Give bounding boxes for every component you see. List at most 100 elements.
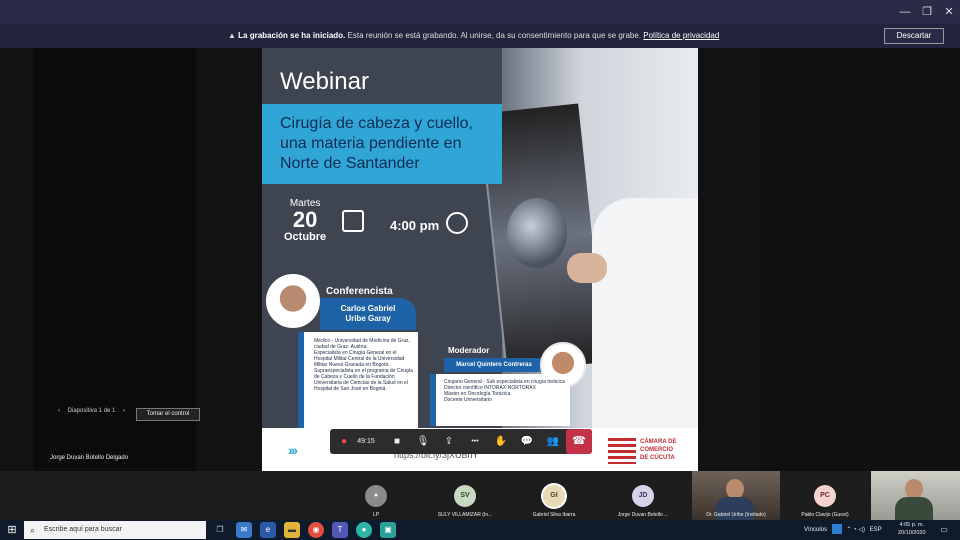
links-toolbar[interactable]: Vínculos xyxy=(804,527,827,533)
person-icon: ● xyxy=(365,485,387,507)
topic-line: Norte de Santander xyxy=(280,155,420,172)
speaker-bio: Médico - Universidad de Medicina de Graz… xyxy=(298,332,418,428)
doctor-hand xyxy=(567,253,607,283)
clock-time: 4:05 p. m. xyxy=(899,522,924,528)
logo-mark-icon xyxy=(608,438,636,464)
moderator-name: Marcel Quintero Contreras xyxy=(444,358,544,372)
camera-icon[interactable]: ■ xyxy=(386,429,408,454)
participant-tile[interactable]: JD Jorge Duvan Botello ... xyxy=(599,471,687,520)
privacy-link[interactable]: Política de privacidad xyxy=(643,31,719,40)
topic-line: una materia pendiente en xyxy=(280,135,462,152)
moderator-heading: Moderador xyxy=(448,346,490,355)
system-tray: Vínculos ⌃ ◔ ◁) ESP xyxy=(804,520,882,540)
participant-name: Gabriel Silva Ibarra xyxy=(532,512,576,518)
recording-message: ▲ La grabación se ha iniciado. Esta reun… xyxy=(228,24,719,48)
participant-avatar: JD xyxy=(632,485,654,507)
bio-item: Especialista en Cirugía General en el Ho… xyxy=(314,350,405,368)
taskbar-clock[interactable]: 4:05 p. m. 20/10/2020 xyxy=(898,521,926,537)
participant-name: LP xyxy=(372,512,380,518)
app-icon[interactable]: ● xyxy=(356,522,372,538)
logo-text: CÁMARA DE COMERCIO DE CÚCUTA xyxy=(640,439,677,461)
speaker-name-line: Uribe Garay xyxy=(345,314,391,323)
taskbar-search-input[interactable]: ⌕ Escribe aquí para buscar xyxy=(24,521,206,539)
arrows-icon: ››› xyxy=(288,442,298,458)
close-icon[interactable]: ✕ xyxy=(939,4,959,20)
webinar-heading: Webinar xyxy=(280,68,369,95)
more-icon[interactable]: ••• xyxy=(464,429,486,454)
bio-item: Médico - Universidad de Medicina de Graz… xyxy=(314,338,410,350)
day: 20 xyxy=(292,207,318,232)
presenter-name: Jorge Duvan Botello Delgado xyxy=(50,455,129,461)
raise-hand-icon[interactable]: ✋ xyxy=(490,429,512,454)
moderator-bio: Cirujano General - Sub especialista en c… xyxy=(430,374,570,426)
participant-avatar: SV xyxy=(454,485,476,507)
title-bar: — ❐ ✕ xyxy=(0,0,960,24)
take-control-button[interactable]: Tomar el control xyxy=(136,408,200,421)
mail-icon[interactable]: ✉ xyxy=(236,522,252,538)
self-video[interactable] xyxy=(871,471,960,520)
chrome-icon[interactable]: ◉ xyxy=(308,522,324,538)
task-view-icon[interactable]: ❒ xyxy=(212,522,228,538)
topic-line: Cirugía de cabeza y cuello, xyxy=(280,115,473,132)
participant-video[interactable]: Dr. Gabriel Uribe (Invitado) xyxy=(692,471,780,520)
restore-icon[interactable]: ❐ xyxy=(917,4,937,20)
app-icon-2[interactable]: ▣ xyxy=(380,522,396,538)
chevron-left-icon[interactable]: ‹ xyxy=(58,408,60,414)
speaker-photo xyxy=(266,274,320,328)
windows-taskbar: ⊞ ⌕ Escribe aquí para buscar ❒ ✉ e ▬ ◉ T… xyxy=(0,520,960,540)
month: Octubre xyxy=(284,231,327,243)
notifications-icon[interactable]: ▭ xyxy=(936,522,952,538)
mic-icon[interactable]: 🎙 xyxy=(412,429,434,454)
participant-avatar: PC xyxy=(814,485,836,507)
minimize-icon[interactable]: — xyxy=(895,4,915,20)
bio-item: Supraespecialista en el programa de Ciru… xyxy=(314,368,413,392)
participant-tile[interactable]: ● LP xyxy=(332,471,420,520)
recording-text: Esta reunión se está grabando. Al unirse… xyxy=(345,31,644,40)
participants-icon[interactable]: 👥 xyxy=(542,429,564,454)
calendar-icon xyxy=(342,210,364,232)
edge-icon[interactable]: e xyxy=(260,522,276,538)
participant-name: Dr. Gabriel Uribe (Invitado) xyxy=(706,512,766,518)
call-controls: ● 49:15 ■ 🎙 ⇪ ••• ✋ 💬 👥 xyxy=(330,429,592,454)
chat-icon[interactable]: 💬 xyxy=(516,429,538,454)
speaker-name: Carlos Gabriel Uribe Garay xyxy=(320,298,416,330)
dismiss-button[interactable]: Descartar xyxy=(884,28,944,44)
topic-box: Cirugía de cabeza y cuello, una materia … xyxy=(262,104,502,184)
recording-banner: ▲ La grabación se ha iniciado. Esta reun… xyxy=(0,24,960,48)
bio-item: Docente Universitario xyxy=(444,397,492,403)
folder-icon[interactable]: ▬ xyxy=(284,522,300,538)
event-date: Martes 20 Octubre xyxy=(284,198,326,243)
share-icon[interactable]: ⇪ xyxy=(438,429,460,454)
slide-counter: Diapositiva 1 de 1 xyxy=(67,408,116,414)
warning-icon: ▲ xyxy=(228,31,239,40)
participant-name: Pablo Clavijo (Guest) xyxy=(801,512,849,518)
volume-icon[interactable]: ◁) xyxy=(858,527,865,533)
skull-image xyxy=(507,198,567,268)
call-timer: 49:15 xyxy=(357,438,375,445)
chevron-right-icon[interactable]: › xyxy=(123,408,125,414)
clock-icon xyxy=(446,212,468,234)
shared-slide: Webinar Cirugía de cabeza y cuello, una … xyxy=(262,48,698,471)
hang-up-button[interactable]: ☎ xyxy=(566,429,592,454)
participant-name: Jorge Duvan Botello ... xyxy=(617,512,669,518)
search-icon: ⌕ xyxy=(30,525,36,535)
participant-avatar: GI xyxy=(543,485,565,507)
chamber-logo: CÁMARA DE COMERCIO DE CÚCUTA xyxy=(608,436,688,466)
windows-start-icon[interactable]: ⊞ xyxy=(4,522,20,538)
participant-tile[interactable]: PC Pablo Clavijo (Guest) xyxy=(781,471,869,520)
tray-chevron-icon[interactable]: ⌃ xyxy=(846,527,851,533)
teams-icon[interactable]: T xyxy=(332,522,348,538)
speaker-name-line: Carlos Gabriel xyxy=(340,304,396,313)
participant-name: SULY VILLAMIZAR (In... xyxy=(437,512,493,518)
recording-title: La grabación se ha iniciado. xyxy=(238,31,346,40)
clock-date: 20/10/2020 xyxy=(898,530,926,536)
participant-tile[interactable]: GI Gabriel Silva Ibarra xyxy=(510,471,598,520)
language-indicator[interactable]: ESP xyxy=(870,527,882,533)
stage-right-area xyxy=(762,48,960,471)
app-tray-icon[interactable] xyxy=(831,524,842,535)
network-icon[interactable]: ◔ xyxy=(853,527,857,533)
slide-navigator: ‹ Diapositiva 1 de 1 › xyxy=(58,408,125,414)
doctor-coat xyxy=(592,198,698,428)
speaker-heading: Conferencista xyxy=(326,286,393,297)
participant-tile[interactable]: SV SULY VILLAMIZAR (In... xyxy=(421,471,509,520)
